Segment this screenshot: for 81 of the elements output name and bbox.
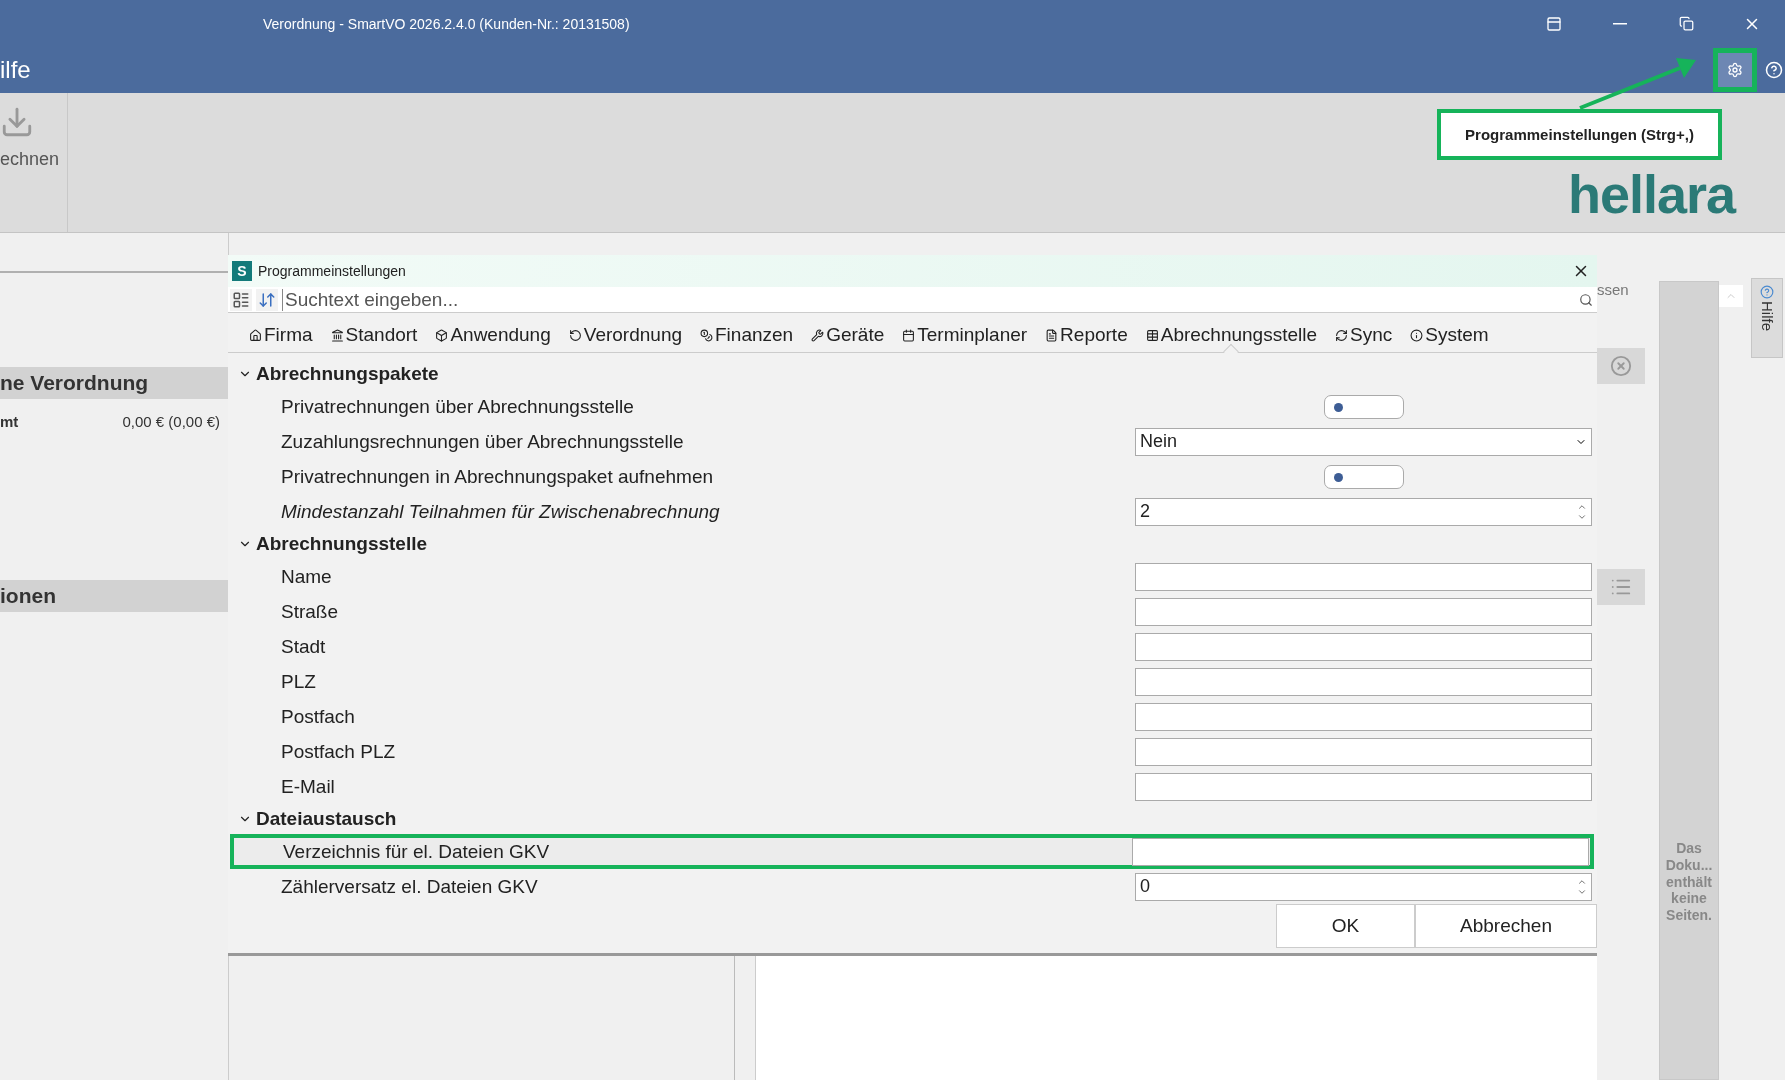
- document-icon: [1045, 328, 1059, 342]
- settings-tab[interactable]: Terminplaner: [893, 319, 1037, 352]
- amount-value: 0,00 € (0,00 €): [122, 413, 220, 430]
- rotate-icon: [568, 328, 582, 342]
- text-field[interactable]: [1135, 702, 1592, 731]
- setting-label: Mindestanzahl Teilnahmen für Zwischenabrechnung: [281, 500, 721, 523]
- text-field[interactable]: [1135, 667, 1592, 696]
- settings-tab[interactable]: Sync: [1326, 319, 1402, 352]
- box-icon: [435, 328, 449, 342]
- search-icon: [1579, 292, 1593, 307]
- settings-tab[interactable]: Anwendung: [426, 319, 560, 352]
- section-header: ionen: [0, 580, 228, 612]
- minimize-icon: [1613, 22, 1627, 25]
- categorized-view-icon[interactable]: [230, 288, 252, 311]
- setting-label: PLZ: [281, 670, 317, 693]
- text-field[interactable]: [1135, 597, 1592, 626]
- number-field[interactable]: 2: [1135, 497, 1592, 526]
- download-icon: [0, 105, 34, 139]
- setting-label: Postfach PLZ: [281, 740, 397, 763]
- setting-label: Zählerversatz el. Dateien GKV: [281, 875, 539, 898]
- settings-tab[interactable]: Geräte: [802, 319, 894, 352]
- settings-button[interactable]: [1713, 48, 1757, 92]
- setting-label: Postfach: [281, 705, 356, 728]
- scroll-up-button[interactable]: [1719, 285, 1743, 307]
- text-field[interactable]: [1132, 837, 1589, 866]
- settings-tab[interactable]: Finanzen: [691, 319, 803, 352]
- group-header[interactable]: Abrechnungsstelle: [228, 529, 1597, 560]
- text-field[interactable]: [1135, 632, 1592, 661]
- group-header[interactable]: Abrechnungspakete: [228, 359, 1597, 390]
- coins-icon: [700, 328, 713, 342]
- settings-tab[interactable]: Abrechnungsstelle: [1136, 319, 1327, 352]
- layout-icon: [1546, 15, 1562, 32]
- sort-icon[interactable]: [256, 288, 278, 311]
- toggle-switch[interactable]: [1323, 394, 1404, 419]
- text-field[interactable]: [1135, 737, 1592, 766]
- setting-label: E-Mail: [281, 775, 336, 798]
- window-title: Verordnung - SmartVO 2026.2.4.0 (Kunden-Nr.: 20131508): [263, 15, 631, 32]
- sync-icon: [1335, 328, 1349, 342]
- field-label: mt: [0, 413, 19, 430]
- calendar-icon: [902, 328, 916, 342]
- partial-label: ssen: [1597, 281, 1630, 298]
- setting-label: Zuzahlungsrechnungen über Abrechnungsstelle: [281, 430, 685, 453]
- cancel-button[interactable]: Abbrechen: [1415, 904, 1597, 949]
- setting-label: Privatrechnungen über Abrechnungsstelle: [281, 395, 635, 418]
- dialog-title: Programmeinstellungen: [258, 263, 407, 280]
- tooltip: Programmeinstellungen (Strg+,): [1437, 109, 1722, 160]
- help-icon: [1765, 61, 1783, 79]
- text-field[interactable]: [1135, 772, 1592, 801]
- app-icon: S: [232, 261, 252, 282]
- dropdown-field[interactable]: Nein: [1135, 427, 1592, 456]
- settings-tab[interactable]: Reporte: [1036, 319, 1137, 352]
- side-tab[interactable]: Hilfe: [1751, 278, 1783, 358]
- logo: hellara: [1567, 165, 1735, 223]
- setting-label: Privatrechnungen in Abrechnungspaket aufnehmen: [281, 465, 715, 488]
- gear-icon: [1727, 62, 1743, 78]
- toggle-switch[interactable]: [1323, 464, 1404, 489]
- settings-tab[interactable]: Firma: [240, 319, 322, 352]
- empty-document-message: Das Doku... enthält keine Seiten.: [1664, 840, 1714, 924]
- settings-tab[interactable]: Standort: [321, 319, 427, 352]
- setting-label: Straße: [281, 600, 340, 623]
- setting-label: Stadt: [281, 635, 327, 658]
- setting-label: Verzeichnis für el. Dateien GKV: [283, 840, 551, 863]
- restore-icon: [1678, 16, 1694, 31]
- group-header[interactable]: Dateiaustausch: [228, 804, 1597, 835]
- wrench-icon: [811, 328, 825, 342]
- section-header: ne Verordnung: [0, 367, 228, 399]
- ok-button[interactable]: OK: [1276, 904, 1415, 949]
- settings-tab[interactable]: System: [1401, 319, 1498, 352]
- number-field[interactable]: 0: [1135, 872, 1592, 901]
- text-field[interactable]: [1135, 562, 1592, 591]
- settings-tab[interactable]: Verordnung: [559, 319, 691, 352]
- table-icon: [1145, 328, 1159, 342]
- home-icon: [249, 328, 262, 342]
- ribbon-button-label[interactable]: echnen: [0, 149, 60, 170]
- help-icon: [1760, 285, 1774, 299]
- info-icon: [1410, 328, 1424, 342]
- setting-label: Name: [281, 565, 333, 588]
- list-button[interactable]: [1597, 569, 1645, 605]
- clear-icon: [1610, 355, 1632, 377]
- building-icon: [330, 328, 344, 342]
- clear-button[interactable]: [1597, 348, 1645, 384]
